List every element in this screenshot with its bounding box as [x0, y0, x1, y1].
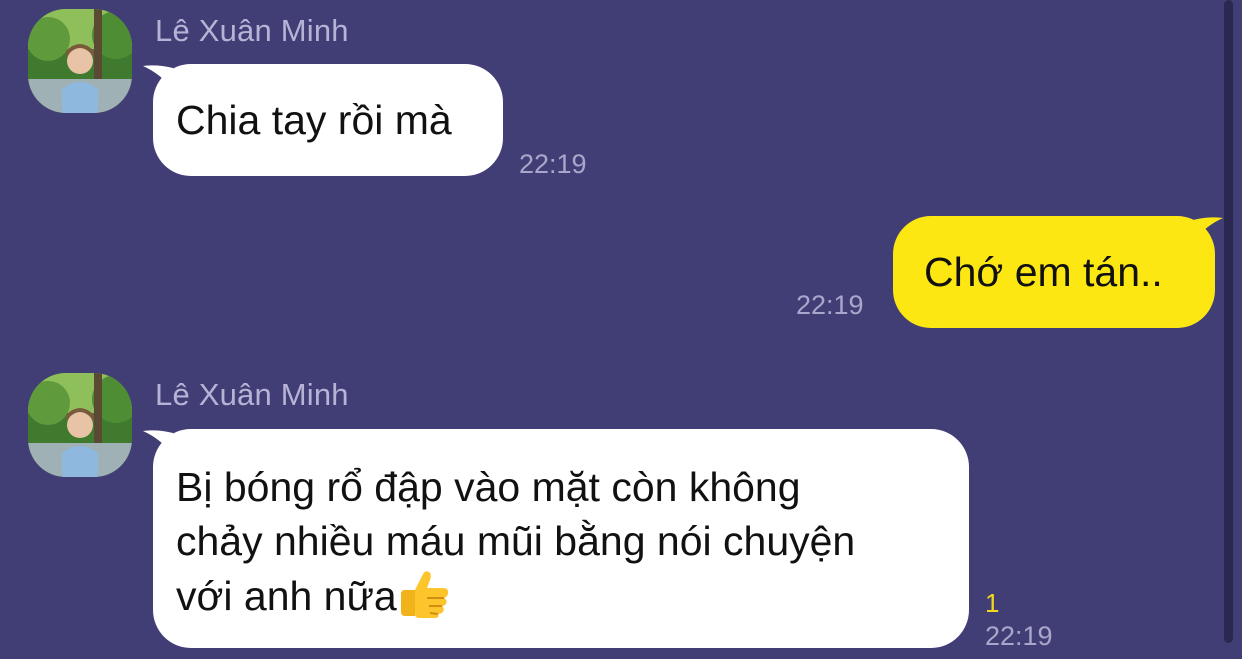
message-time: 22:19 [519, 149, 587, 179]
message-text: Chia tay rồi mà [176, 97, 452, 143]
message-time: 22:19 [985, 621, 1053, 651]
thumbs-up-emoji-icon [400, 571, 448, 618]
avatar[interactable] [28, 9, 132, 113]
message-text-line: với anh nữa [176, 573, 397, 619]
message-bubble-outgoing[interactable]: Chớ em tán.. [893, 216, 1215, 328]
message-bubble-incoming[interactable]: Bị bóng rổ đập vào mặt còn không chảy nh… [153, 429, 969, 648]
message-text: Chớ em tán.. [924, 249, 1163, 295]
sender-name: Lê Xuân Minh [155, 13, 349, 48]
message-time: 22:19 [796, 290, 864, 320]
unread-count: 1 [985, 588, 1000, 618]
avatar[interactable] [28, 373, 132, 477]
message-text-line: chảy nhiều máu mũi bằng nói chuyện [176, 518, 856, 564]
profile-photo-icon [28, 373, 132, 477]
message-bubble-incoming[interactable]: Chia tay rồi mà [153, 64, 503, 176]
message-text-line: Bị bóng rổ đập vào mặt còn không [176, 464, 801, 510]
chat-scrollbar[interactable] [1224, 0, 1233, 643]
sender-name: Lê Xuân Minh [155, 377, 349, 412]
profile-photo-icon [28, 9, 132, 113]
